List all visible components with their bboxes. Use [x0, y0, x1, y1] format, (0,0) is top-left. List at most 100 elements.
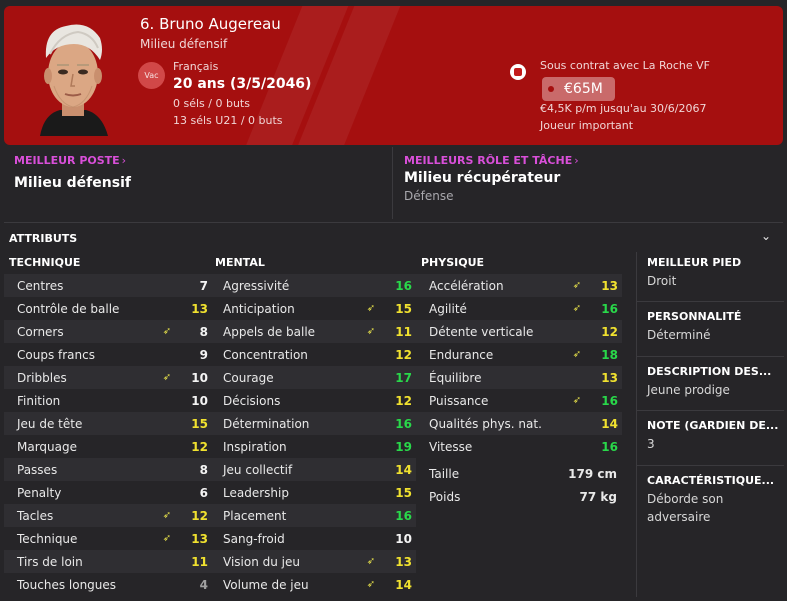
attribute-name: Décisions — [223, 393, 281, 408]
mental-rows: Agressivité 16 Anticipation ➶ 15 Appels de ba… — [210, 274, 416, 596]
attribute-value: 11 — [395, 324, 412, 339]
physical-attribute-row[interactable]: Agilité ➶ 16 — [416, 297, 622, 320]
physical-attributes: PHYSIQUE Accélération ➶ 13 Agilité ➶ 16 Détent… — [416, 256, 622, 508]
characteristic-block[interactable]: CARACTÉRISTIQUE... Déborde son adversair… — [647, 474, 782, 526]
preferred-foot-label: MEILLEUR PIED — [647, 256, 742, 269]
technical-attribute-row[interactable]: Coups francs 9 — [4, 343, 212, 366]
nationality-badge-icon[interactable]: Vac — [138, 62, 165, 89]
technical-attribute-row[interactable]: Touches longues 4 — [4, 573, 212, 596]
attribute-name: Concentration — [223, 347, 308, 362]
gk-rating-label: NOTE (GARDIEN DE... — [647, 419, 779, 432]
attribute-value: 17 — [395, 370, 412, 385]
attribute-name: Détente verticale — [429, 324, 534, 339]
mental-attribute-row[interactable]: Placement 16 — [210, 504, 416, 527]
attribute-value: 16 — [601, 439, 618, 454]
attributes-title: ATTRIBUTS — [9, 232, 78, 245]
gk-rating-block[interactable]: NOTE (GARDIEN DE... 3 — [647, 419, 782, 453]
mental-attribute-row[interactable]: Sang-froid 10 — [210, 527, 416, 550]
technical-attribute-row[interactable]: Corners ➶ 8 — [4, 320, 212, 343]
player-value-tag: €65M — [542, 77, 615, 101]
key-attribute-arrow-icon: ➶ — [366, 326, 376, 337]
best-position-value: Milieu défensif — [14, 175, 131, 191]
attribute-value: 13 — [395, 554, 412, 569]
technical-attribute-row[interactable]: Passes 8 — [4, 458, 212, 481]
player-caps: 0 séls / 0 buts — [173, 97, 250, 110]
mental-attribute-row[interactable]: Jeu collectif 14 — [210, 458, 416, 481]
squad-status: Joueur important — [540, 119, 634, 132]
mental-attribute-row[interactable]: Anticipation ➶ 15 — [210, 297, 416, 320]
side-separator — [637, 410, 784, 411]
key-attribute-arrow-icon: ➶ — [572, 303, 582, 314]
technical-attribute-row[interactable]: Technique ➶ 13 — [4, 527, 212, 550]
mental-attribute-row[interactable]: Décisions 12 — [210, 389, 416, 412]
physical-attribute-row[interactable]: Qualités phys. nat. 14 — [416, 412, 622, 435]
technical-attribute-row[interactable]: Dribbles ➶ 10 — [4, 366, 212, 389]
technical-attribute-row[interactable]: Jeu de tête 15 — [4, 412, 212, 435]
best-position-link[interactable]: MEILLEUR POSTE › — [14, 154, 126, 167]
attribute-value: 10 — [395, 531, 412, 546]
nationality-badge-label: Vac — [144, 71, 159, 80]
physical-attribute-row[interactable]: Puissance ➶ 16 — [416, 389, 622, 412]
physical-attribute-row[interactable]: Vitesse 16 — [416, 435, 622, 458]
technical-attribute-row[interactable]: Tacles ➶ 12 — [4, 504, 212, 527]
physical-attribute-row[interactable]: Détente verticale 12 — [416, 320, 622, 343]
attribute-name: Tirs de loin — [17, 554, 83, 569]
height-value: 179 cm — [568, 466, 617, 481]
physical-attribute-row[interactable]: Équilibre 13 — [416, 366, 622, 389]
personality-block[interactable]: PERSONNALITÉ Déterminé — [647, 310, 782, 344]
technical-attribute-row[interactable]: Penalty 6 — [4, 481, 212, 504]
attribute-name: Puissance — [429, 393, 489, 408]
mental-attribute-row[interactable]: Concentration 12 — [210, 343, 416, 366]
personality-label: PERSONNALITÉ — [647, 310, 742, 323]
mental-attribute-row[interactable]: Vision du jeu ➶ 13 — [210, 550, 416, 573]
description-block[interactable]: DESCRIPTION DES... Jeune prodige — [647, 365, 782, 399]
attribute-name: Courage — [223, 370, 274, 385]
attribute-name: Finition — [17, 393, 61, 408]
technical-attribute-row[interactable]: Tirs de loin 11 — [4, 550, 212, 573]
technical-attribute-row[interactable]: Centres 7 — [4, 274, 212, 297]
key-attribute-arrow-icon: ➶ — [366, 579, 376, 590]
attribute-value: 19 — [395, 439, 412, 454]
physical-attribute-row[interactable]: Endurance ➶ 18 — [416, 343, 622, 366]
attribute-value: 6 — [199, 485, 208, 500]
mental-attribute-row[interactable]: Inspiration 19 — [210, 435, 416, 458]
attribute-value: 15 — [395, 485, 412, 500]
height-label: Taille — [429, 466, 460, 481]
weight-row: Poids 77 kg — [416, 485, 622, 508]
technical-attribute-row[interactable]: Marquage 12 — [4, 435, 212, 458]
technical-title: TECHNIQUE — [9, 256, 81, 269]
technical-attribute-row[interactable]: Finition 10 — [4, 389, 212, 412]
attribute-value: 7 — [199, 278, 208, 293]
attribute-value: 16 — [395, 416, 412, 431]
attribute-value: 10 — [191, 393, 208, 408]
attribute-value: 12 — [395, 393, 412, 408]
chevron-down-icon[interactable]: ⌄ — [761, 229, 771, 243]
best-role-link[interactable]: MEILLEURS RÔLE ET TÂCHE › — [404, 154, 579, 167]
attributes-header[interactable]: ATTRIBUTS ⌄ — [4, 222, 783, 252]
key-attribute-arrow-icon: ➶ — [366, 556, 376, 567]
best-role-value: Milieu récupérateur — [404, 170, 561, 186]
club-crest-icon[interactable] — [510, 64, 526, 80]
best-role-panel: MEILLEURS RÔLE ET TÂCHE › Milieu récupéra… — [394, 147, 783, 219]
mental-attribute-row[interactable]: Agressivité 16 — [210, 274, 416, 297]
key-attribute-arrow-icon: ➶ — [162, 372, 172, 383]
side-separator — [637, 356, 784, 357]
mental-attribute-row[interactable]: Détermination 16 — [210, 412, 416, 435]
attribute-name: Penalty — [17, 485, 62, 500]
attribute-value: 16 — [395, 278, 412, 293]
mental-attribute-row[interactable]: Leadership 15 — [210, 481, 416, 504]
attribute-value: 12 — [191, 508, 208, 523]
attribute-value: 8 — [199, 462, 208, 477]
contract-club[interactable]: Sous contrat avec La Roche VF — [540, 59, 710, 72]
mental-title: MENTAL — [215, 256, 265, 269]
weight-label: Poids — [429, 489, 461, 504]
attribute-name: Leadership — [223, 485, 289, 500]
mental-attribute-row[interactable]: Volume de jeu ➶ 14 — [210, 573, 416, 596]
mental-attribute-row[interactable]: Courage 17 — [210, 366, 416, 389]
attribute-value: 10 — [191, 370, 208, 385]
key-attribute-arrow-icon: ➶ — [572, 280, 582, 291]
attribute-value: 13 — [191, 301, 208, 316]
mental-attribute-row[interactable]: Appels de balle ➶ 11 — [210, 320, 416, 343]
physical-attribute-row[interactable]: Accélération ➶ 13 — [416, 274, 622, 297]
technical-attribute-row[interactable]: Contrôle de balle 13 — [4, 297, 212, 320]
